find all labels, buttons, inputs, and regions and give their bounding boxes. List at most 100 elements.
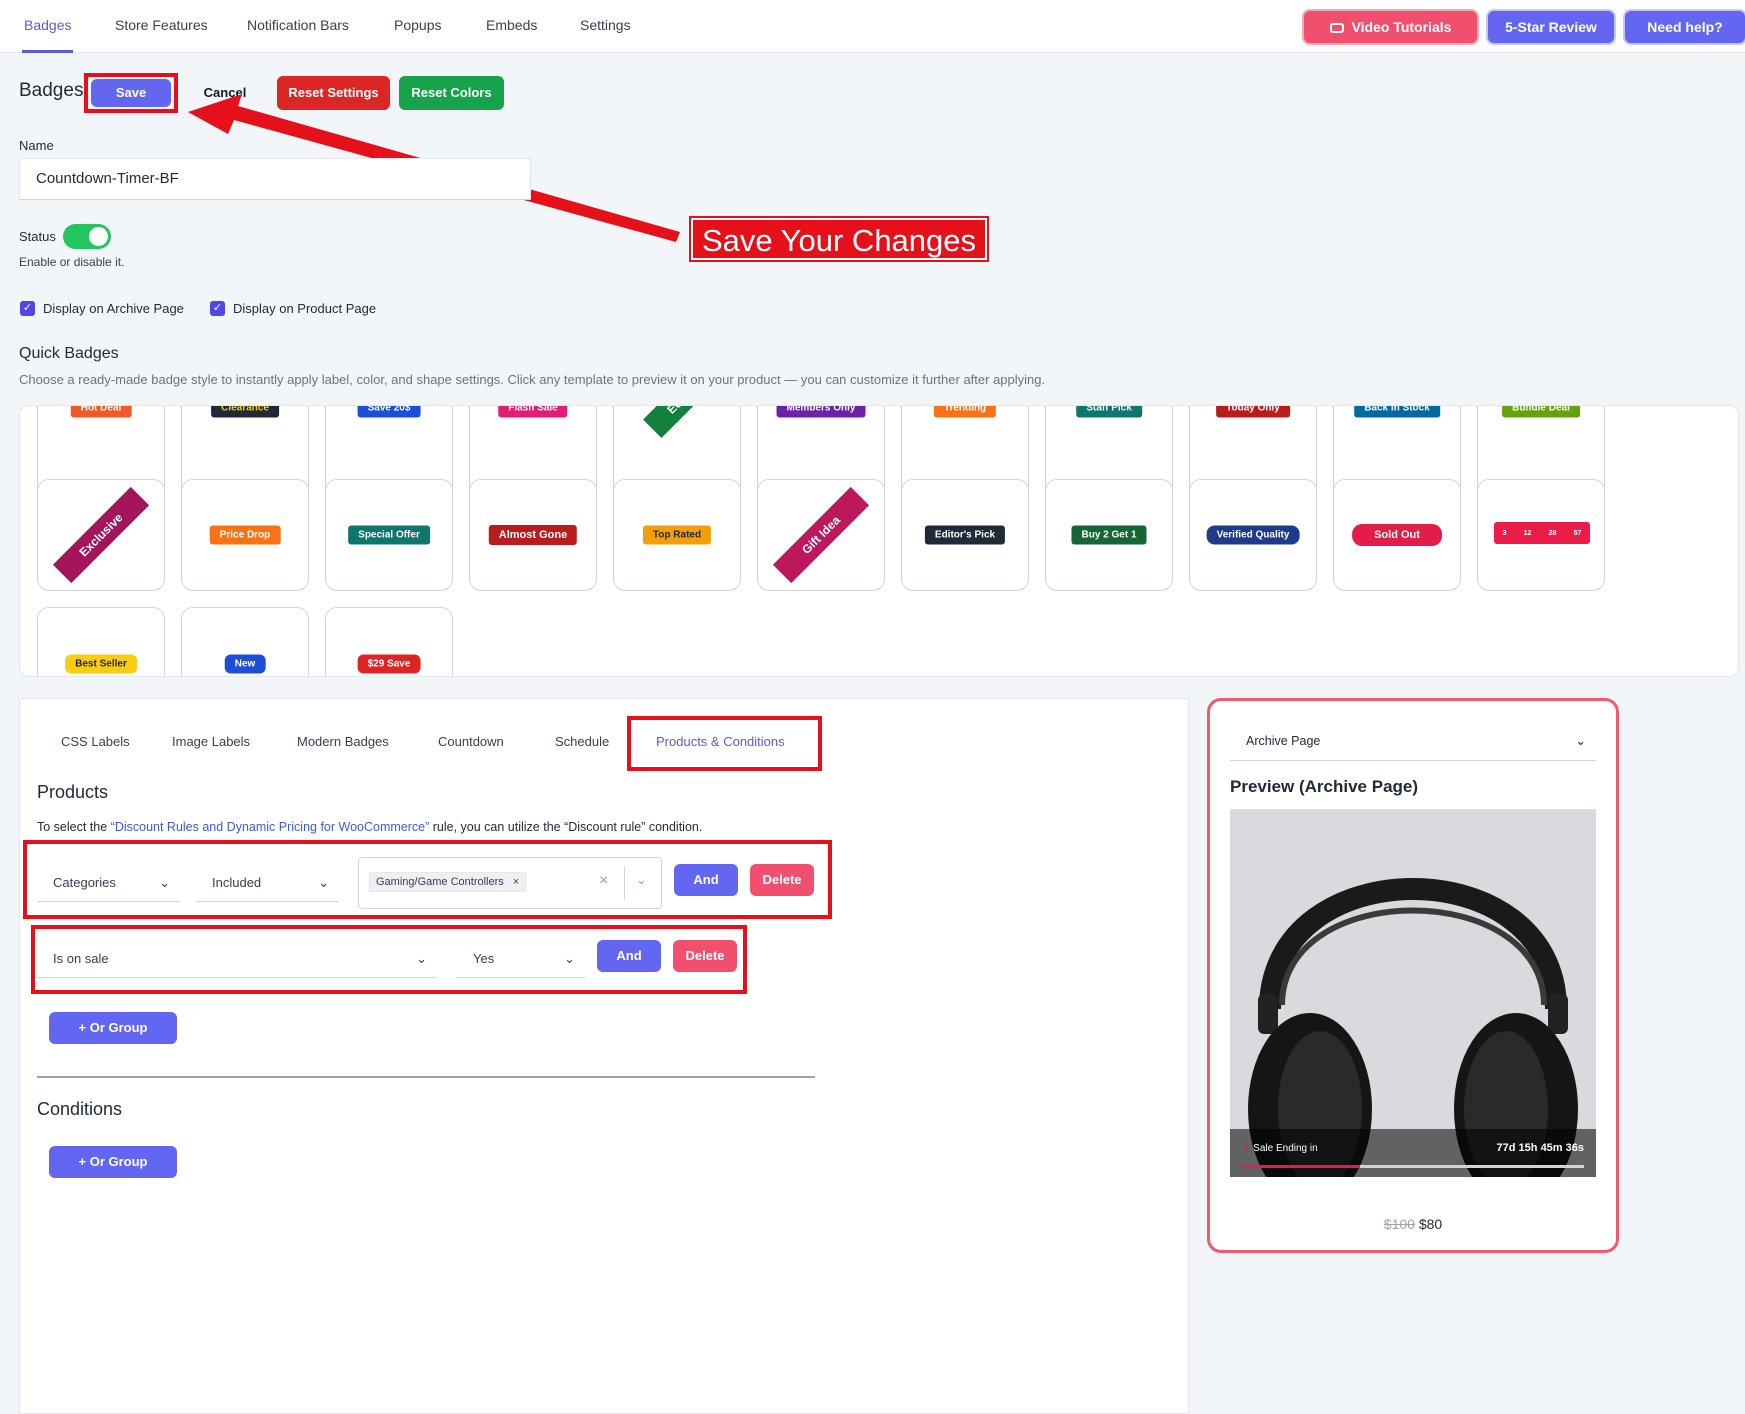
tab-countdown[interactable]: Countdown [438, 734, 504, 749]
sale-timer-label: ✦ Sale Ending in [1242, 1143, 1318, 1154]
badge-card-29-save[interactable]: $29 Save [325, 607, 453, 676]
badge-card-almost-gone[interactable]: Almost Gone [469, 479, 597, 591]
chevron-down-icon[interactable]: ⌄ [636, 872, 647, 888]
sparkle-icon: ✦ [1242, 1143, 1251, 1154]
badge-card-sold-out[interactable]: Sold Out [1333, 479, 1461, 591]
badge-card-exclusive[interactable]: Exclusive [37, 479, 165, 591]
info-prefix: To select the [37, 820, 111, 834]
nav-tab-popups[interactable]: Popups [392, 0, 443, 53]
countdown-digit: 3 [1502, 529, 1507, 537]
rule-operator-select[interactable]: Included ⌄ [196, 864, 339, 902]
delete-button[interactable]: Delete [750, 864, 814, 896]
chevron-down-icon: ⌄ [318, 875, 329, 890]
badge-label: Exclusive [52, 486, 150, 584]
badge-card-editors-pick[interactable]: Editor's Pick [901, 479, 1029, 591]
status-help-text: Enable or disable it. [19, 255, 125, 269]
badge-label: Save 20$ [357, 406, 421, 418]
product-page-checkbox[interactable]: ✓ [210, 301, 225, 316]
tab-products-conditions[interactable]: Products & Conditions [656, 734, 785, 749]
and-button[interactable]: And [674, 864, 738, 896]
delete-button[interactable]: Delete [673, 940, 737, 972]
tab-css-labels[interactable]: CSS Labels [61, 734, 130, 749]
badge-label: Editor's Pick [924, 525, 1006, 545]
badge-card-new[interactable]: New [181, 607, 309, 676]
need-help-button[interactable]: Need help? [1625, 11, 1745, 43]
tab-image-labels[interactable]: Image Labels [172, 734, 250, 749]
save-button[interactable]: Save [91, 79, 171, 107]
sale-timer-countdown: 77d 15h 45m 36s [1496, 1142, 1584, 1154]
remove-tag-icon[interactable]: × [513, 876, 519, 888]
new-price: $80 [1418, 1216, 1443, 1232]
discount-rules-link[interactable]: “Discount Rules and Dynamic Pricing for … [111, 820, 430, 834]
info-suffix: rule, you can utilize the “Discount rule… [429, 820, 703, 834]
sale-timer-text: Sale Ending in [1253, 1143, 1318, 1154]
preview-title: Preview (Archive Page) [1230, 777, 1419, 796]
badge-label: Verified Quality [1206, 525, 1300, 545]
nav-tab-store-features[interactable]: Store Features [113, 0, 210, 53]
quick-badges-grid: Hot Deal Clearance Save 20$ Flash Sale E… [19, 405, 1739, 677]
status-toggle[interactable] [63, 224, 111, 249]
chevron-down-icon: ⌄ [564, 951, 575, 966]
save-your-changes-callout: Save Your Changes [691, 218, 987, 260]
badge-card-verified-quality[interactable]: Verified Quality [1189, 479, 1317, 591]
badge-label: Special Offer [348, 525, 430, 545]
chevron-down-icon: ⌄ [416, 951, 427, 966]
badge-card-top-rated[interactable]: Top Rated [613, 479, 741, 591]
preview-price: $100 $80 [1210, 1216, 1616, 1232]
category-multiselect[interactable]: Gaming/Game Controllers × × ⌄ [358, 857, 662, 909]
badge-card-best-seller[interactable]: Best Seller [37, 607, 165, 676]
select-divider [624, 866, 625, 900]
nav-tab-settings[interactable]: Settings [578, 0, 633, 53]
discount-rule-info: To select the “Discount Rules and Dynami… [37, 820, 702, 834]
settings-panel [19, 698, 1189, 1414]
rule-value-select[interactable]: Yes ⌄ [457, 940, 585, 978]
badge-card-countdown[interactable]: 3 12 28 57 [1477, 479, 1605, 591]
badge-label: Trending [933, 406, 997, 418]
badge-label: Eco [643, 406, 711, 438]
countdown-badge: 3 12 28 57 [1494, 522, 1590, 544]
rule-field-select[interactable]: Is on sale ⌄ [37, 940, 437, 978]
section-divider [37, 1076, 815, 1078]
countdown-digit: 57 [1573, 529, 1582, 537]
product-image: ✦ Sale Ending in 77d 15h 45m 36s [1230, 809, 1596, 1177]
preview-page-select[interactable]: Archive Page ⌄ [1230, 721, 1596, 761]
tab-modern-badges[interactable]: Modern Badges [297, 734, 389, 749]
or-group-button[interactable]: + Or Group [49, 1012, 177, 1044]
nav-tab-badges[interactable]: Badges [22, 0, 74, 53]
selected-category-label: Gaming/Game Controllers [376, 876, 504, 888]
quick-badges-description: Choose a ready-made badge style to insta… [19, 372, 1046, 387]
badge-card-buy-2-get-1[interactable]: Buy 2 Get 1 [1045, 479, 1173, 591]
five-star-review-button[interactable]: 5-Star Review [1488, 11, 1614, 43]
top-navigation: Badges Store Features Notification Bars … [0, 0, 1745, 53]
conditions-or-group-button[interactable]: + Or Group [49, 1146, 177, 1178]
badge-label: $29 Save [357, 654, 421, 674]
countdown-digit: 12 [1523, 529, 1532, 537]
nav-tab-embeds[interactable]: Embeds [484, 0, 539, 53]
video-tutorials-button[interactable]: Video Tutorials [1304, 11, 1477, 43]
badge-card-gift-idea[interactable]: Gift Idea [757, 479, 885, 591]
rule-field-select[interactable]: Categories ⌄ [37, 864, 180, 902]
badge-label: Gift Idea [772, 486, 870, 584]
badge-label: Clearance [211, 406, 279, 418]
headphones-icon [1230, 878, 1596, 1177]
archive-page-checkbox[interactable]: ✓ [20, 301, 35, 316]
badge-card-special-offer[interactable]: Special Offer [325, 479, 453, 591]
tab-schedule[interactable]: Schedule [555, 734, 609, 749]
and-button[interactable]: And [597, 940, 661, 972]
clear-icon[interactable]: × [599, 872, 608, 890]
countdown-digit: 28 [1548, 529, 1557, 537]
rule-field-value: Categories [53, 875, 116, 890]
selected-category-tag: Gaming/Game Controllers × [369, 872, 527, 892]
nav-tab-notification-bars[interactable]: Notification Bars [245, 0, 351, 53]
badge-label: Flash Sale [498, 406, 568, 418]
old-price: $100 [1383, 1216, 1415, 1232]
name-input[interactable]: Countdown-Timer-BF [19, 158, 531, 200]
rule-operator-value: Included [212, 875, 262, 890]
page-title: Badges [19, 80, 84, 101]
badge-label: Buy 2 Get 1 [1071, 525, 1147, 545]
badge-card-price-drop[interactable]: Price Drop [181, 479, 309, 591]
preview-card: Archive Page ⌄ Preview (Archive Page) ✦ … [1207, 698, 1619, 1253]
badge-label: Bundle Deal [1502, 406, 1580, 418]
preview-page-value: Archive Page [1246, 734, 1321, 748]
badge-label: Today Only [1216, 406, 1290, 418]
